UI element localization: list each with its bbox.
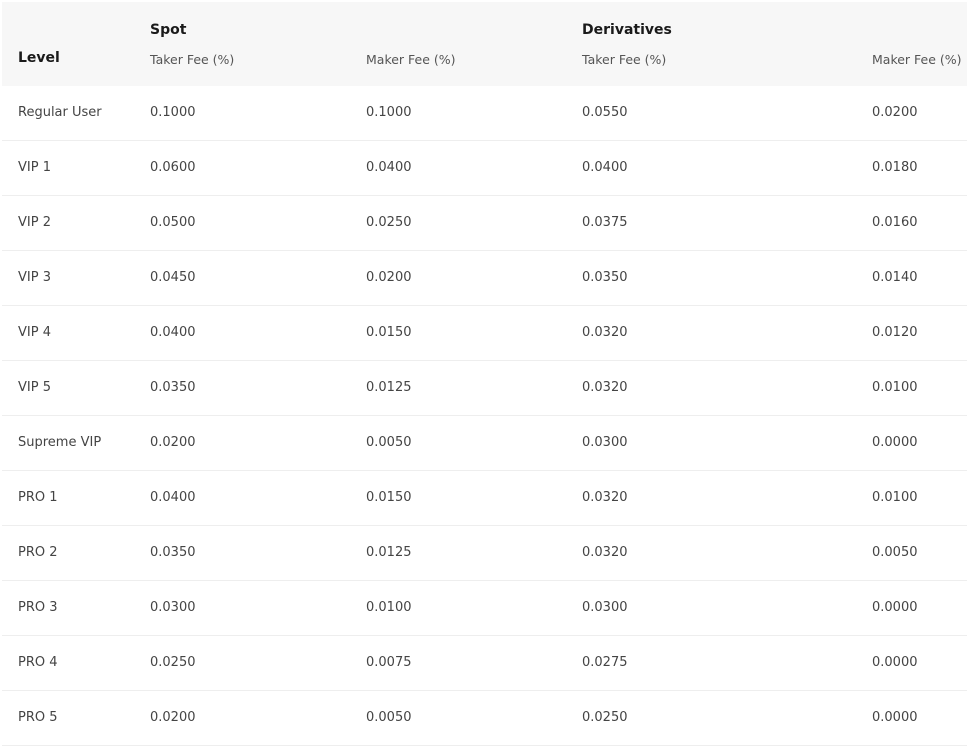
derivatives-maker-fee-cell: 0.0180 xyxy=(872,160,918,175)
spot-taker-fee-cell: 0.0300 xyxy=(150,600,196,615)
spot-taker-fee-cell: 0.0600 xyxy=(150,160,196,175)
spot-maker-fee-cell: 0.0050 xyxy=(366,710,412,725)
derivatives-taker-fee-cell: 0.0275 xyxy=(582,655,628,670)
spot-maker-fee-cell: 0.0200 xyxy=(366,270,412,285)
spot-taker-fee-cell: 0.0450 xyxy=(150,270,196,285)
level-cell: PRO 4 xyxy=(18,655,58,670)
derivatives-taker-fee-cell: 0.0300 xyxy=(582,435,628,450)
spot-maker-fee-cell: 0.0075 xyxy=(366,655,412,670)
spot-maker-fee-cell: 0.0150 xyxy=(366,490,412,505)
derivatives-taker-fee-header: Taker Fee (%) xyxy=(582,52,667,67)
derivatives-taker-fee-cell: 0.0350 xyxy=(582,270,628,285)
table-row: Supreme VIP 0.0200 0.0050 0.0300 0.0000 xyxy=(2,416,967,471)
table-row: VIP 3 0.0450 0.0200 0.0350 0.0140 xyxy=(2,251,967,306)
level-cell: PRO 3 xyxy=(18,600,58,615)
derivatives-taker-fee-cell: 0.0250 xyxy=(582,710,628,725)
level-cell: PRO 5 xyxy=(18,710,58,725)
derivatives-taker-fee-cell: 0.0320 xyxy=(582,490,628,505)
derivatives-maker-fee-cell: 0.0100 xyxy=(872,490,918,505)
fee-table: Spot Derivatives Level Taker Fee (%) Mak… xyxy=(0,0,967,746)
derivatives-taker-fee-cell: 0.0300 xyxy=(582,600,628,615)
spot-maker-fee-cell: 0.0250 xyxy=(366,215,412,230)
derivatives-maker-fee-cell: 0.0000 xyxy=(872,600,918,615)
level-column-header: Level xyxy=(18,50,60,66)
level-cell: VIP 1 xyxy=(18,160,51,175)
derivatives-taker-fee-cell: 0.0400 xyxy=(582,160,628,175)
level-cell: PRO 1 xyxy=(18,490,58,505)
table-row: Regular User 0.1000 0.1000 0.0550 0.0200 xyxy=(2,86,967,141)
table-row: VIP 2 0.0500 0.0250 0.0375 0.0160 xyxy=(2,196,967,251)
table-row: VIP 4 0.0400 0.0150 0.0320 0.0120 xyxy=(2,306,967,361)
table-body: Regular User 0.1000 0.1000 0.0550 0.0200 VIP … xyxy=(2,86,967,746)
spot-taker-fee-header: Taker Fee (%) xyxy=(150,52,235,67)
spot-maker-fee-cell: 0.0150 xyxy=(366,325,412,340)
spot-maker-fee-cell: 0.0125 xyxy=(366,380,412,395)
derivatives-maker-fee-cell: 0.0000 xyxy=(872,435,918,450)
derivatives-maker-fee-cell: 0.0160 xyxy=(872,215,918,230)
derivatives-maker-fee-header: Maker Fee (%) xyxy=(872,52,962,67)
derivatives-maker-fee-cell: 0.0000 xyxy=(872,655,918,670)
spot-taker-fee-cell: 0.0350 xyxy=(150,545,196,560)
derivatives-maker-fee-cell: 0.0140 xyxy=(872,270,918,285)
table-row: PRO 1 0.0400 0.0150 0.0320 0.0100 xyxy=(2,471,967,526)
spot-taker-fee-cell: 0.0400 xyxy=(150,490,196,505)
spot-taker-fee-cell: 0.0400 xyxy=(150,325,196,340)
table-row: VIP 5 0.0350 0.0125 0.0320 0.0100 xyxy=(2,361,967,416)
spot-maker-fee-cell: 0.0050 xyxy=(366,435,412,450)
derivatives-maker-fee-cell: 0.0050 xyxy=(872,545,918,560)
level-cell: VIP 5 xyxy=(18,380,51,395)
spot-taker-fee-cell: 0.0350 xyxy=(150,380,196,395)
level-cell: Regular User xyxy=(18,105,102,120)
spot-taker-fee-cell: 0.0200 xyxy=(150,710,196,725)
level-cell: PRO 2 xyxy=(18,545,58,560)
table-row: VIP 1 0.0600 0.0400 0.0400 0.0180 xyxy=(2,141,967,196)
spot-taker-fee-cell: 0.0250 xyxy=(150,655,196,670)
derivatives-taker-fee-cell: 0.0375 xyxy=(582,215,628,230)
table-row: PRO 4 0.0250 0.0075 0.0275 0.0000 xyxy=(2,636,967,691)
derivatives-maker-fee-cell: 0.0120 xyxy=(872,325,918,340)
spot-maker-fee-cell: 0.0125 xyxy=(366,545,412,560)
derivatives-taker-fee-cell: 0.0320 xyxy=(582,325,628,340)
level-cell: VIP 2 xyxy=(18,215,51,230)
spot-taker-fee-cell: 0.0500 xyxy=(150,215,196,230)
table-row: PRO 5 0.0200 0.0050 0.0250 0.0000 xyxy=(2,691,967,746)
derivatives-maker-fee-cell: 0.0200 xyxy=(872,105,918,120)
level-cell: VIP 4 xyxy=(18,325,51,340)
spot-maker-fee-cell: 0.0100 xyxy=(366,600,412,615)
derivatives-taker-fee-cell: 0.0320 xyxy=(582,545,628,560)
spot-taker-fee-cell: 0.1000 xyxy=(150,105,196,120)
spot-maker-fee-cell: 0.1000 xyxy=(366,105,412,120)
derivatives-group-label: Derivatives xyxy=(582,22,672,38)
derivatives-taker-fee-cell: 0.0320 xyxy=(582,380,628,395)
table-row: PRO 3 0.0300 0.0100 0.0300 0.0000 xyxy=(2,581,967,636)
derivatives-maker-fee-cell: 0.0100 xyxy=(872,380,918,395)
level-cell: VIP 3 xyxy=(18,270,51,285)
spot-maker-fee-header: Maker Fee (%) xyxy=(366,52,456,67)
spot-taker-fee-cell: 0.0200 xyxy=(150,435,196,450)
table-header: Spot Derivatives Level Taker Fee (%) Mak… xyxy=(2,2,967,86)
level-cell: Supreme VIP xyxy=(18,435,102,450)
spot-maker-fee-cell: 0.0400 xyxy=(366,160,412,175)
spot-group-label: Spot xyxy=(150,22,187,38)
derivatives-taker-fee-cell: 0.0550 xyxy=(582,105,628,120)
table-row: PRO 2 0.0350 0.0125 0.0320 0.0050 xyxy=(2,526,967,581)
derivatives-maker-fee-cell: 0.0000 xyxy=(872,710,918,725)
